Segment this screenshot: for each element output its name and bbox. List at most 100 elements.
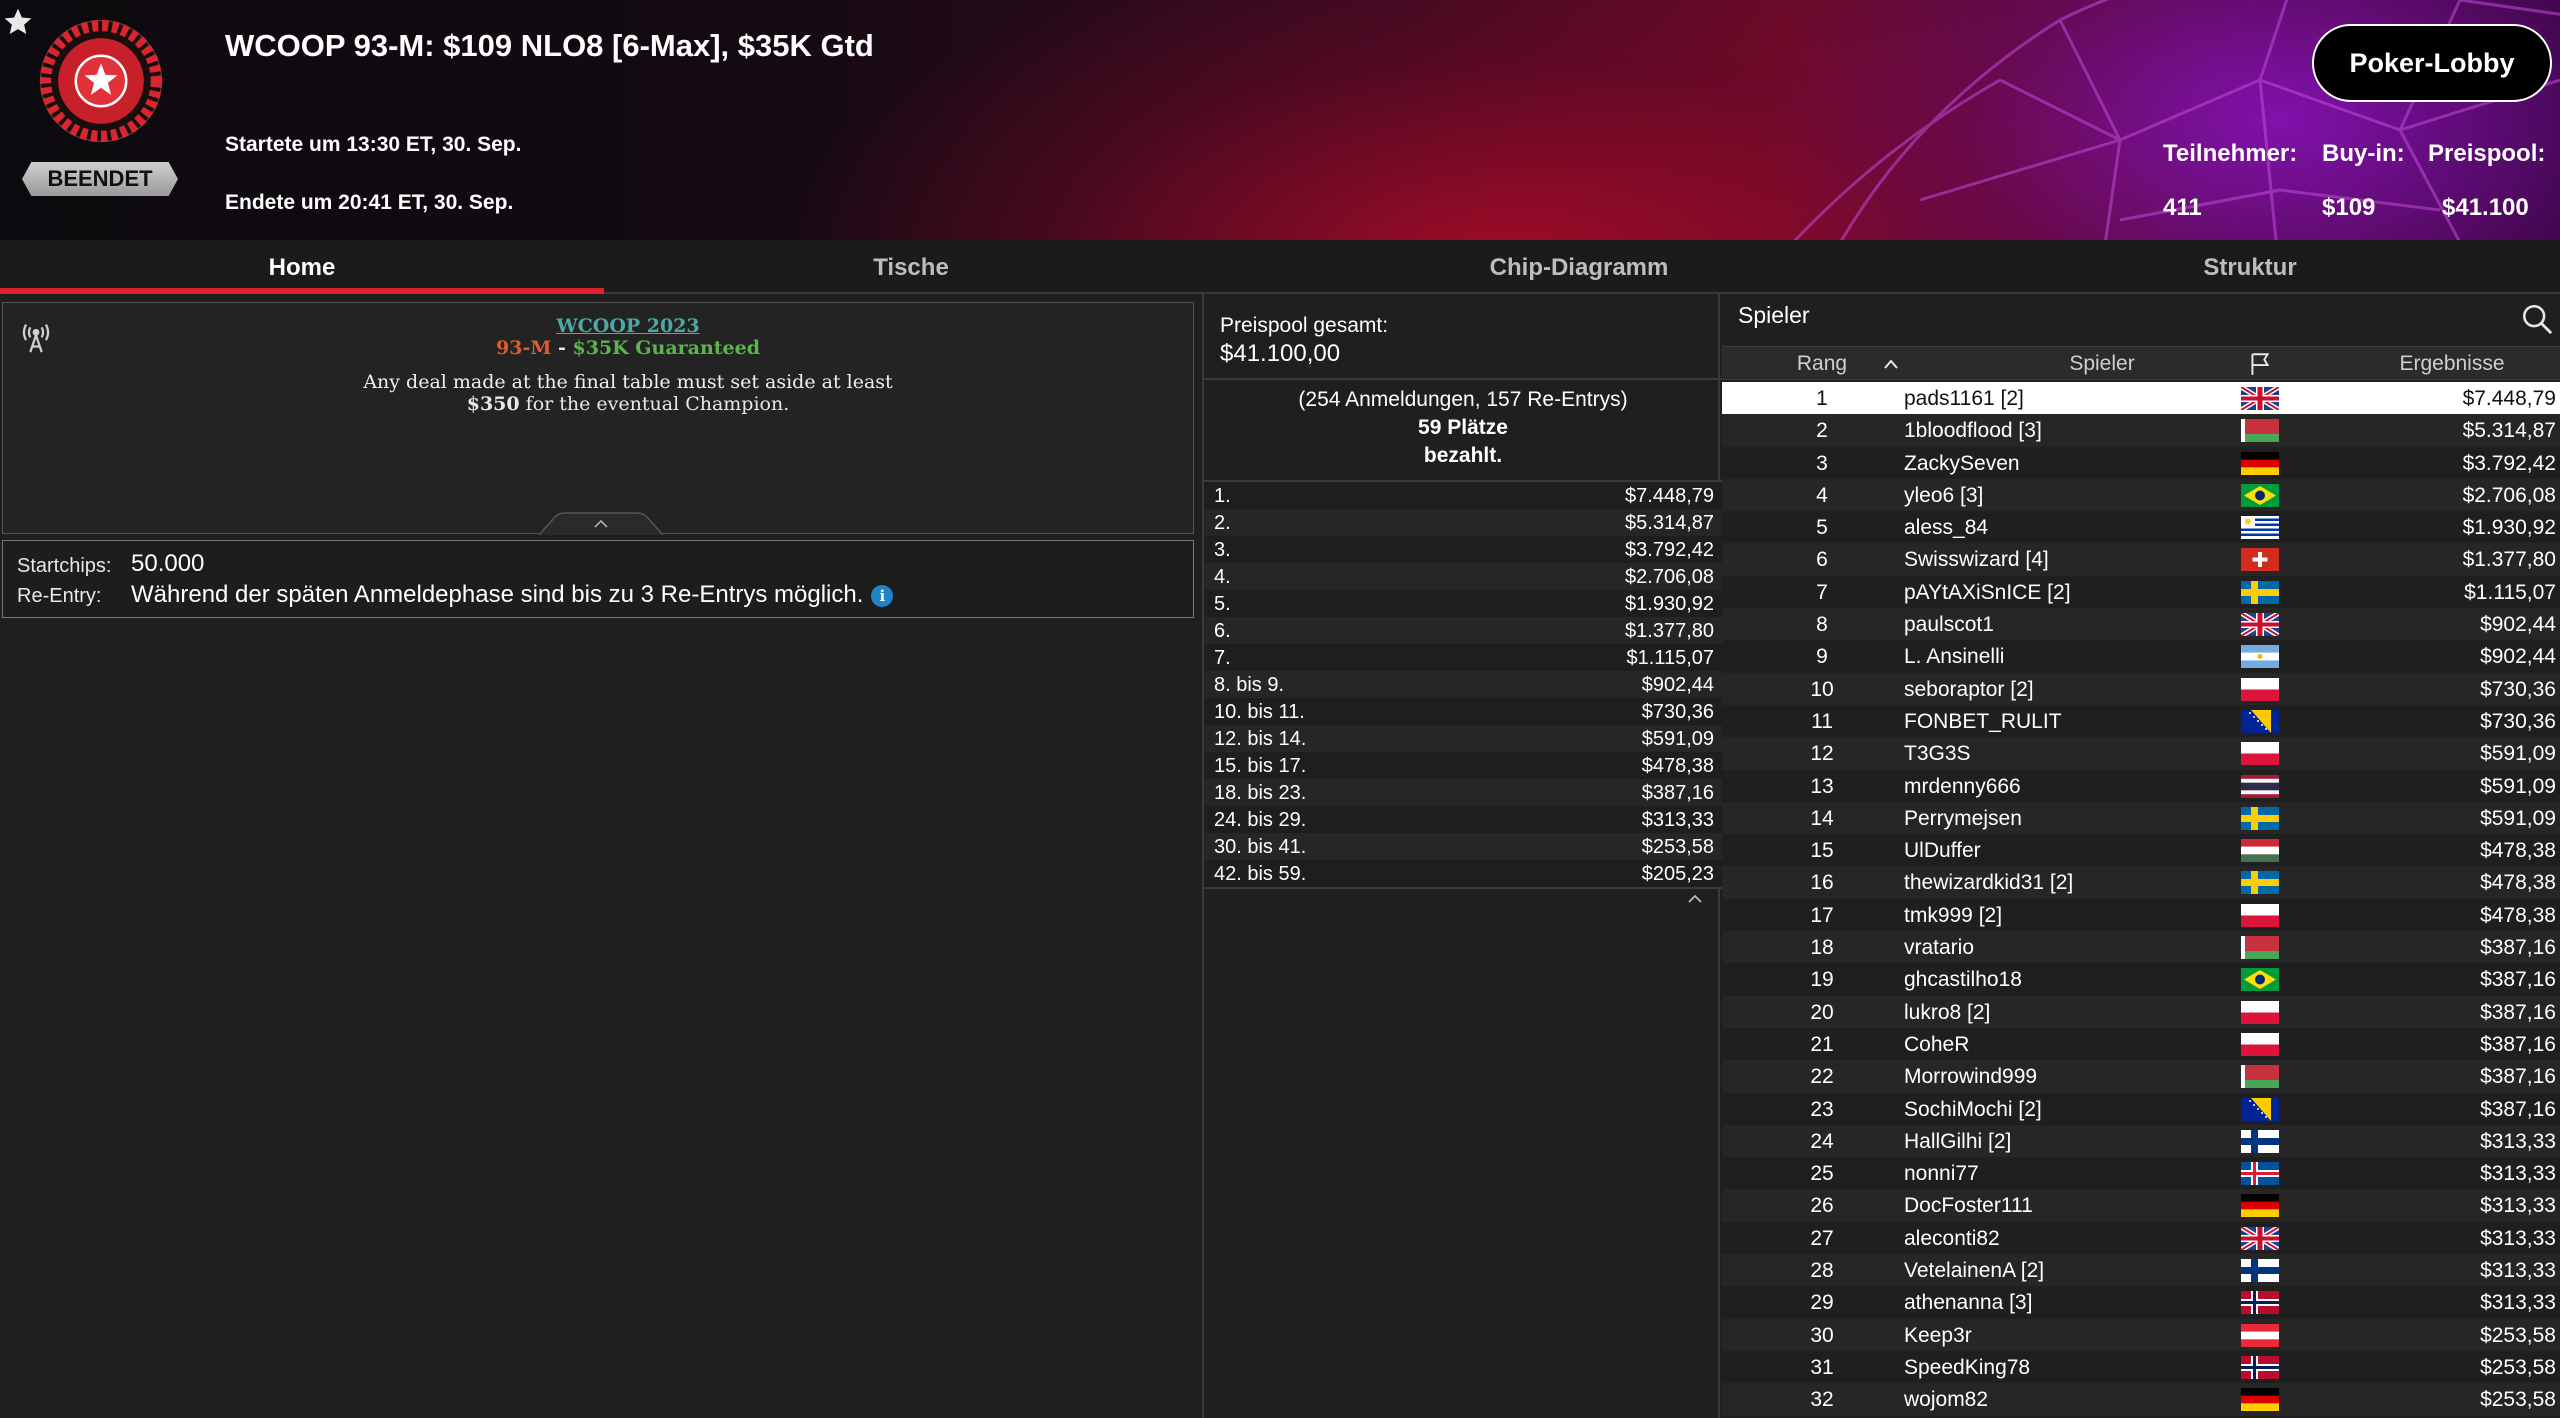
poker-lobby-button[interactable]: Poker-Lobby: [2312, 24, 2552, 102]
player-rank: 15: [1810, 839, 1834, 863]
player-row[interactable]: 7 pAYtAXiSnICE [2] $1.115,07: [1722, 575, 2560, 609]
payout-row: 6. $1.377,80: [1204, 617, 1722, 644]
payout-row: 3. $3.792,42: [1204, 536, 1722, 563]
player-result: $730,36: [2480, 677, 2556, 701]
country-flag-icon: [2241, 839, 2279, 863]
flag-column-icon[interactable]: [2247, 351, 2273, 377]
prizepool-value: $41.100: [2442, 194, 2529, 221]
player-result: $902,44: [2480, 613, 2556, 637]
player-row[interactable]: 3 ZackySeven $3.792,42: [1722, 446, 2560, 479]
player-row[interactable]: 29 athenanna [3] $313,33: [1722, 1286, 2560, 1319]
payout-place: 10. bis 11.: [1214, 701, 1305, 723]
player-row[interactable]: 6 Swisswizard [4] $1.377,80: [1722, 543, 2560, 576]
player-rank: 7: [1816, 580, 1828, 604]
country-flag-icon: [2241, 451, 2279, 475]
tab-chip-diagramm[interactable]: Chip-Diagramm: [1218, 240, 1940, 294]
player-row[interactable]: 22 Morrowind999 $387,16: [1722, 1060, 2560, 1093]
player-row[interactable]: 16 thewizardkid31 [2] $478,38: [1722, 866, 2560, 899]
player-row[interactable]: 2 1bloodflood [3] $5.314,87: [1722, 414, 2560, 447]
payout-amount: $205,23: [1641, 863, 1714, 885]
tab-struktur[interactable]: Struktur: [1940, 240, 2560, 294]
player-row[interactable]: 4 yleo6 [3] $2.706,08: [1722, 478, 2560, 512]
payout-place: 7.: [1214, 647, 1231, 669]
favorite-star-icon[interactable]: [2, 6, 34, 38]
player-row[interactable]: 11 FONBET_RULIT $730,36: [1722, 704, 2560, 738]
player-name: Morrowind999: [1904, 1065, 2038, 1089]
players-table-body: 1 pads1161 [2] $7.448,79 2 1bloodflood [3] $5…: [1722, 382, 2560, 1416]
player-result: $1.377,80: [2462, 548, 2556, 572]
player-row[interactable]: 5 aless_84 $1.930,92: [1722, 511, 2560, 544]
player-rank: 6: [1816, 548, 1828, 572]
country-flag-icon: [2241, 1129, 2279, 1153]
player-row[interactable]: 12 T3G3S $591,09: [1722, 737, 2560, 770]
payout-table: 1. $7.448,79 2. $5.314,87 3. $3.792,42 4. $2.70…: [1204, 480, 1722, 889]
player-row[interactable]: 32 wojom82 $253,58: [1722, 1383, 2560, 1416]
entries-count: (254 Anmeldungen, 157 Re-Entrys): [1298, 388, 1628, 411]
country-flag-icon: [2241, 645, 2279, 669]
player-rank: 29: [1810, 1291, 1834, 1315]
payout-amount: $1.930,92: [1625, 593, 1714, 615]
player-name: thewizardkid31 [2]: [1904, 871, 2074, 895]
status-badge: BEENDET: [22, 162, 178, 196]
payout-place: 24. bis 29.: [1214, 809, 1307, 831]
search-icon[interactable]: [2520, 302, 2554, 336]
deal-rule-line1: Any deal made at the final table must se…: [363, 371, 893, 393]
payout-row: 5. $1.930,92: [1204, 590, 1722, 617]
player-row[interactable]: 17 tmk999 [2] $478,38: [1722, 898, 2560, 932]
country-flag-icon: [2241, 1226, 2279, 1250]
player-result: $478,38: [2480, 839, 2556, 863]
player-row[interactable]: 19 ghcastilho18 $387,16: [1722, 963, 2560, 996]
player-rank: 32: [1810, 1388, 1834, 1412]
player-row[interactable]: 1 pads1161 [2] $7.448,79: [1722, 382, 2560, 415]
country-flag-icon: [2241, 580, 2279, 604]
column-player[interactable]: Spieler: [2022, 352, 2182, 376]
payout-amount: $730,36: [1641, 701, 1714, 723]
player-row[interactable]: 13 mrdenny666 $591,09: [1722, 769, 2560, 802]
payout-place: 42. bis 59.: [1214, 863, 1307, 885]
player-name: aleconti82: [1904, 1226, 2000, 1250]
player-row[interactable]: 23 SochiMochi [2] $387,16: [1722, 1092, 2560, 1125]
player-name: yleo6 [3]: [1904, 483, 1984, 507]
player-result: $387,16: [2480, 1000, 2556, 1024]
player-row[interactable]: 26 DocFoster111 $313,33: [1722, 1189, 2560, 1222]
payout-place: 6.: [1214, 620, 1231, 642]
player-row[interactable]: 24 HallGilhi [2] $313,33: [1722, 1124, 2560, 1158]
column-results[interactable]: Ergebnisse: [2362, 352, 2542, 376]
player-rank: 20: [1810, 1000, 1834, 1024]
player-name: T3G3S: [1904, 742, 1971, 766]
payout-amount: $7.448,79: [1625, 485, 1714, 507]
player-name: mrdenny666: [1904, 774, 2021, 798]
player-rank: 27: [1810, 1226, 1834, 1250]
sort-ascending-icon[interactable]: [1882, 356, 1900, 372]
player-row[interactable]: 15 UlDuffer $478,38: [1722, 834, 2560, 867]
collapse-payouts-icon[interactable]: [1680, 889, 1710, 909]
player-row[interactable]: 27 aleconti82 $313,33: [1722, 1221, 2560, 1255]
payout-amount: $1.115,07: [1626, 647, 1715, 669]
player-rank: 30: [1810, 1323, 1834, 1347]
player-row[interactable]: 20 lukro8 [2] $387,16: [1722, 995, 2560, 1028]
collapse-info-button[interactable]: [539, 511, 663, 535]
payout-place: 1.: [1214, 485, 1231, 507]
player-result: $387,16: [2480, 1097, 2556, 1121]
player-row[interactable]: 14 Perrymejsen $591,09: [1722, 801, 2560, 835]
startchips-value: 50.000: [131, 550, 205, 577]
player-row[interactable]: 25 nonni77 $313,33: [1722, 1157, 2560, 1190]
player-result: $5.314,87: [2462, 419, 2556, 443]
series-link[interactable]: WCOOP 2023: [3, 315, 1253, 337]
player-row[interactable]: 8 paulscot1 $902,44: [1722, 608, 2560, 641]
player-row[interactable]: 28 VetelainenA [2] $313,33: [1722, 1254, 2560, 1287]
prizepool-panel: Preispool gesamt: $41.100,00 (254 Anmeld…: [1202, 294, 1722, 1418]
player-row[interactable]: 31 SpeedKing78 $253,58: [1722, 1350, 2560, 1384]
payout-place: 3.: [1214, 539, 1231, 561]
player-name: UlDuffer: [1904, 839, 1981, 863]
player-row[interactable]: 9 L. Ansinelli $902,44: [1722, 640, 2560, 673]
player-row[interactable]: 21 CoheR $387,16: [1722, 1027, 2560, 1061]
tab-tische[interactable]: Tische: [604, 240, 1218, 294]
player-row[interactable]: 18 vratario $387,16: [1722, 931, 2560, 964]
player-name: ZackySeven: [1904, 451, 2020, 475]
info-icon[interactable]: i: [871, 584, 894, 607]
player-row[interactable]: 30 Keep3r $253,58: [1722, 1318, 2560, 1351]
player-row[interactable]: 10 seboraptor [2] $730,36: [1722, 672, 2560, 705]
column-rank[interactable]: Rang: [1782, 352, 1862, 376]
tab-home[interactable]: Home: [0, 240, 604, 294]
